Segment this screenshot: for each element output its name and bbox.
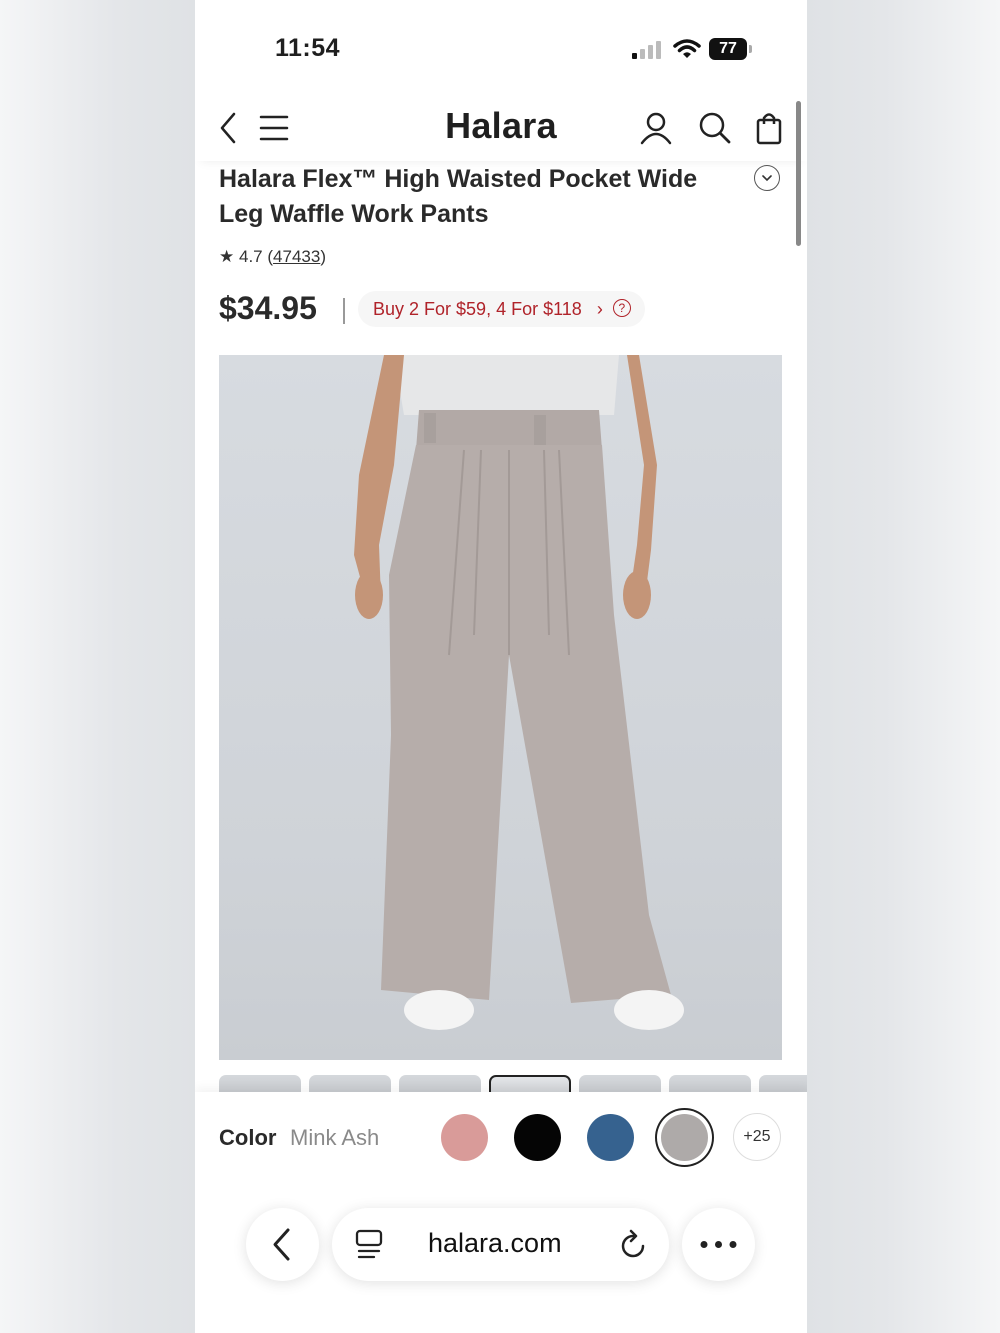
shopping-bag-icon[interactable] <box>755 111 783 145</box>
thumbnail-5[interactable] <box>579 1075 661 1093</box>
back-chevron-icon <box>273 1228 290 1261</box>
product-image[interactable] <box>219 355 782 1060</box>
site-header: Halara <box>195 95 807 161</box>
rating-value: 4.7 <box>238 247 263 266</box>
more-colors-button[interactable]: +25 <box>733 1113 781 1161</box>
review-count-link[interactable]: 47433 <box>273 247 320 266</box>
swatch-black[interactable] <box>514 1114 561 1161</box>
thumbnail-2[interactable] <box>309 1075 391 1093</box>
thumbnail-4-selected[interactable] <box>489 1075 571 1093</box>
star-icon: ★ <box>219 247 235 266</box>
reload-icon[interactable] <box>617 1228 649 1262</box>
color-label: Color <box>219 1125 277 1150</box>
swatch-pink[interactable] <box>441 1114 488 1161</box>
status-time: 11:54 <box>275 34 341 62</box>
backdrop-right <box>807 0 1000 1333</box>
ellipsis-icon <box>700 1241 737 1248</box>
title-expand-button[interactable] <box>754 165 780 191</box>
phone-screen: 11:54 77 Halara Halara Flex™ High Waiste… <box>195 0 807 1333</box>
address-bar[interactable]: halara.com <box>332 1208 669 1281</box>
backdrop-left <box>0 0 195 1333</box>
thumbnail-6[interactable] <box>669 1075 751 1093</box>
product-rating: ★ 4.7 (47433) <box>219 247 326 267</box>
swatch-blue[interactable] <box>587 1114 634 1161</box>
tab-overview-icon[interactable] <box>354 1228 384 1262</box>
price-divider <box>343 298 345 324</box>
battery-indicator: 77 <box>709 38 747 60</box>
thumbnail-7[interactable] <box>759 1075 807 1093</box>
bundle-promo-button[interactable]: Buy 2 For $59, 4 For $118 › ? <box>358 291 645 327</box>
account-icon[interactable] <box>639 111 673 145</box>
thumbnail-1[interactable] <box>219 1075 301 1093</box>
battery-tip <box>749 45 752 53</box>
swatch-mink-ash-selected[interactable] <box>661 1114 708 1161</box>
chevron-down-icon <box>762 175 772 182</box>
wifi-icon <box>673 39 701 58</box>
search-icon[interactable] <box>698 111 732 145</box>
selected-color-name: Mink Ash <box>290 1125 380 1150</box>
thumbnail-3[interactable] <box>399 1075 481 1093</box>
promo-text: Buy 2 For $59, 4 For $118 <box>373 299 582 319</box>
thumbnail-strip[interactable] <box>219 1075 807 1093</box>
url-text[interactable]: halara.com <box>428 1228 562 1259</box>
browser-back-button[interactable] <box>246 1208 319 1281</box>
more-options-button[interactable] <box>682 1208 755 1281</box>
rating-close-paren: ) <box>320 247 326 266</box>
pants-illustration <box>354 355 684 1030</box>
product-title: Halara Flex™ High Waisted Pocket Wide Le… <box>219 165 698 228</box>
help-icon[interactable]: ? <box>612 299 631 318</box>
status-bar: 11:54 77 <box>195 0 807 95</box>
chevron-right-icon: › <box>596 299 603 319</box>
product-price: $34.95 <box>219 290 317 326</box>
cellular-signal-icon <box>632 41 661 59</box>
page-scrollbar[interactable] <box>796 101 801 246</box>
